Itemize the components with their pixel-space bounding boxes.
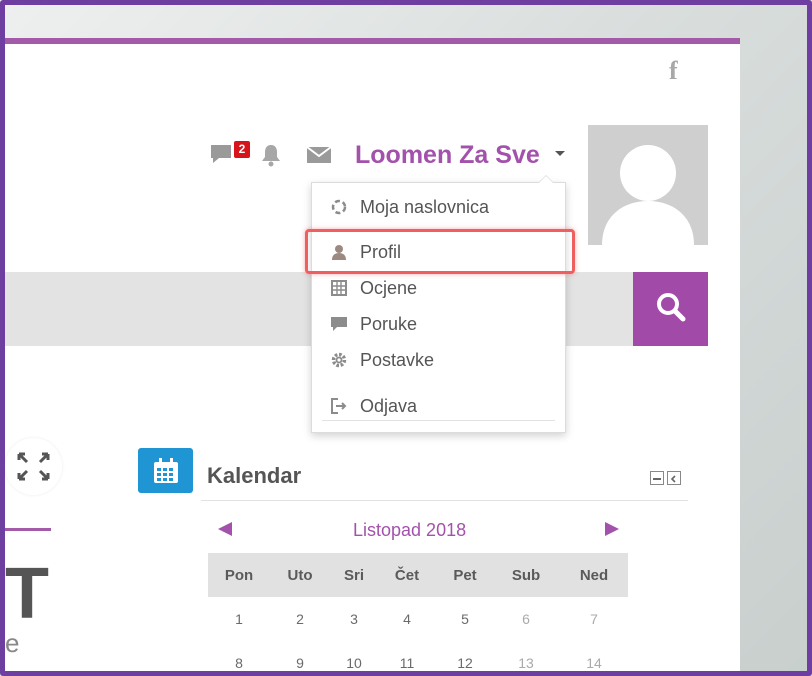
- tab-underline: [5, 528, 51, 531]
- calendar-day[interactable]: 9: [296, 655, 304, 671]
- menu-item-label: Postavke: [360, 349, 435, 370]
- weekday-label: Pon: [224, 567, 254, 584]
- calendar-weekday-header: Pon Uto Sri Čet Pet Sub Ned: [208, 553, 628, 597]
- chevron-down-icon[interactable]: [555, 151, 565, 156]
- calendar-month[interactable]: Listopad 2018: [353, 520, 466, 541]
- menu-item-label: Profil: [360, 241, 402, 262]
- calendar-day[interactable]: 2: [296, 611, 304, 627]
- calendar-day[interactable]: 8: [235, 655, 243, 671]
- grades-icon: [329, 278, 349, 298]
- message-count-badge: 2: [234, 141, 250, 158]
- calendar-day[interactable]: 10: [346, 655, 362, 671]
- calendar-day[interactable]: 12: [457, 655, 473, 671]
- weekday-label: Uto: [287, 567, 313, 584]
- gear-icon: [329, 350, 349, 370]
- calendar-day[interactable]: 3: [350, 611, 358, 627]
- user-menu-toggle[interactable]: Loomen Za Sve: [355, 141, 540, 170]
- partial-heading: T: [5, 554, 49, 634]
- menu-item-dashboard[interactable]: Moja naslovnica: [312, 191, 565, 223]
- user-dropdown-menu: Moja naslovnica Profil Ocjene Poruke Pos: [311, 175, 566, 433]
- calendar-title: Kalendar: [207, 463, 302, 488]
- weekday-label: Čet: [394, 567, 420, 584]
- menu-item-label: Odjava: [360, 395, 418, 416]
- calendar-day[interactable]: 14: [586, 655, 602, 671]
- next-month-icon[interactable]: [605, 522, 619, 536]
- menu-item-messages[interactable]: Poruke: [312, 308, 565, 340]
- dock-icon[interactable]: [667, 471, 681, 485]
- user-icon: [329, 242, 349, 262]
- search-button[interactable]: [633, 272, 708, 346]
- weekday-label: Ned: [579, 567, 609, 584]
- prev-month-icon[interactable]: [218, 522, 232, 536]
- page: f 2 Loomen Za Sve Moja naslovnica Profil…: [5, 38, 740, 671]
- menu-item-grades[interactable]: Ocjene: [312, 272, 565, 304]
- calendar-day[interactable]: 13: [518, 655, 534, 671]
- mail-icon[interactable]: [306, 145, 332, 170]
- top-accent-bar: [5, 38, 740, 44]
- calendar-day[interactable]: 6: [522, 611, 530, 627]
- minimize-icon[interactable]: [650, 471, 664, 485]
- weekday-label: Sri: [343, 567, 365, 584]
- partial-text: e: [5, 628, 20, 658]
- menu-item-label: Moja naslovnica: [360, 196, 490, 217]
- expand-icon: [5, 452, 62, 499]
- menu-item-logout[interactable]: Odjava: [312, 390, 565, 422]
- menu-item-label: Poruke: [360, 313, 418, 334]
- weekday-label: Pet: [453, 567, 477, 584]
- calendar-day[interactable]: 4: [403, 611, 411, 627]
- expand-button[interactable]: [5, 438, 62, 495]
- menu-item-label: Ocjene: [360, 277, 418, 298]
- weekday-label: Sub: [511, 567, 541, 584]
- search-icon: [655, 291, 687, 328]
- calendar-day[interactable]: 5: [461, 611, 469, 627]
- calendar-day[interactable]: 1: [235, 611, 243, 627]
- avatar[interactable]: [588, 125, 708, 245]
- menu-item-profile[interactable]: Profil: [312, 236, 565, 268]
- menu-item-settings[interactable]: Postavke: [312, 344, 565, 376]
- calendar-icon: [138, 448, 193, 493]
- facebook-icon[interactable]: f: [669, 56, 678, 86]
- chat-icon[interactable]: [209, 142, 235, 171]
- calendar-day[interactable]: 11: [400, 655, 415, 671]
- dashboard-icon: [329, 197, 349, 217]
- logout-icon: [329, 396, 349, 416]
- calendar-day[interactable]: 7: [590, 611, 598, 627]
- message-icon: [329, 314, 349, 334]
- bell-icon[interactable]: [259, 142, 283, 173]
- calendar-divider: [201, 500, 688, 501]
- dropdown-arrow: [538, 175, 554, 183]
